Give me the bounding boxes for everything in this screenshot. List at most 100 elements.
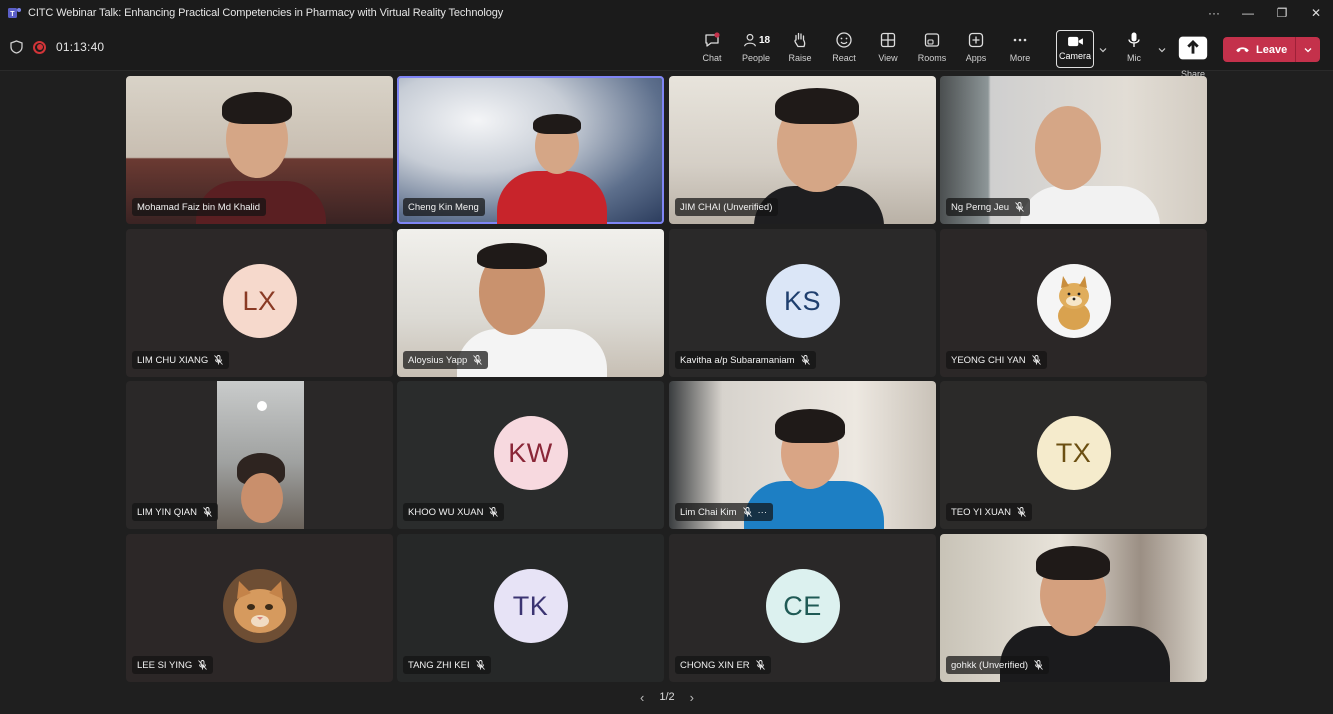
participant-tile[interactable]: Mohamad Faiz bin Md Khalid bbox=[126, 76, 393, 224]
participant-name: gohkk (Unverified) bbox=[951, 659, 1029, 671]
chat-button[interactable]: Chat bbox=[690, 31, 734, 67]
rooms-icon bbox=[924, 33, 940, 47]
mic-off-icon bbox=[473, 355, 483, 365]
leave-button[interactable]: Leave bbox=[1223, 37, 1295, 62]
participant-nametag: Cheng Kin Meng bbox=[403, 198, 485, 216]
cat-avatar bbox=[222, 569, 297, 643]
participant-tile[interactable]: JIM CHAI (Unverified) bbox=[669, 76, 936, 224]
participant-tile[interactable]: LX LIM CHU XIANG bbox=[126, 229, 393, 377]
more-button[interactable]: More bbox=[998, 31, 1042, 67]
recording-icon bbox=[33, 40, 46, 54]
participant-name: YEONG CHI YAN bbox=[951, 354, 1026, 366]
participant-name: LIM CHU XIANG bbox=[137, 354, 209, 366]
window-more-button[interactable]: ··· bbox=[1197, 0, 1231, 25]
mic-icon bbox=[1128, 32, 1140, 47]
participant-nametag: JIM CHAI (Unverified) bbox=[675, 198, 779, 216]
mic-off-icon bbox=[489, 507, 499, 517]
participant-nametag: LIM CHU XIANG bbox=[132, 351, 230, 369]
participant-nametag: TANG ZHI KEI bbox=[403, 656, 491, 674]
mic-off-icon bbox=[1017, 507, 1026, 517]
participant-name: Kavitha a/p Subaramaniam bbox=[680, 354, 795, 366]
mic-off-icon bbox=[755, 660, 765, 670]
teams-logo-icon: T bbox=[8, 7, 21, 18]
participant-tile[interactable]: KS Kavitha a/p Subaramaniam bbox=[669, 229, 936, 377]
leave-button-group: Leave bbox=[1223, 37, 1320, 62]
participant-tile[interactable]: LEE SI YING bbox=[126, 534, 393, 682]
participant-tile[interactable]: gohkk (Unverified) bbox=[940, 534, 1207, 682]
apps-button[interactable]: Apps bbox=[954, 31, 998, 67]
participant-avatar: TK bbox=[493, 569, 568, 643]
participant-name: TANG ZHI KEI bbox=[408, 659, 470, 671]
chat-icon bbox=[705, 32, 720, 47]
participant-options-button[interactable]: ··· bbox=[758, 507, 768, 518]
grid-view-icon bbox=[880, 32, 896, 48]
view-button[interactable]: View bbox=[866, 31, 910, 67]
people-button[interactable]: 18 People bbox=[734, 31, 778, 67]
mic-off-icon bbox=[742, 507, 752, 517]
participant-tile[interactable]: TK TANG ZHI KEI bbox=[397, 534, 664, 682]
mic-options-chevron-icon[interactable] bbox=[1157, 45, 1167, 55]
participant-tile[interactable]: YEONG CHI YAN bbox=[940, 229, 1207, 377]
meeting-timer: 01:13:40 bbox=[56, 40, 105, 54]
rooms-button[interactable]: Rooms bbox=[910, 31, 954, 67]
participant-name: Ng Perng Jeu bbox=[951, 201, 1010, 213]
participant-nametag: Ng Perng Jeu bbox=[946, 198, 1031, 216]
participant-name: KHOO WU XUAN bbox=[408, 506, 484, 518]
leave-options-button[interactable] bbox=[1296, 45, 1320, 55]
smiley-icon bbox=[836, 32, 852, 48]
mic-button[interactable]: Mic bbox=[1120, 31, 1148, 63]
participant-name: LEE SI YING bbox=[137, 659, 193, 671]
participant-nametag: Lim Chai Kim ··· bbox=[675, 503, 773, 521]
participant-tile[interactable]: CE CHONG XIN ER bbox=[669, 534, 936, 682]
video-grid: Mohamad Faiz bin Md Khalid Cheng Kin Men… bbox=[126, 76, 1208, 682]
participant-tile[interactable]: LIM YIN QIAN bbox=[126, 381, 393, 529]
participant-tile-active-speaker[interactable]: Cheng Kin Meng bbox=[397, 76, 664, 224]
react-button[interactable]: React bbox=[822, 31, 866, 67]
participant-name: CHONG XIN ER bbox=[680, 659, 750, 671]
close-window-button[interactable]: ✕ bbox=[1299, 0, 1333, 25]
participant-nametag: gohkk (Unverified) bbox=[946, 656, 1050, 674]
recording-status: 01:13:40 bbox=[10, 40, 104, 54]
mic-off-icon bbox=[1031, 355, 1041, 365]
participant-tile[interactable]: TX TEO YI XUAN bbox=[940, 381, 1207, 529]
hang-up-icon bbox=[1236, 47, 1249, 53]
shield-icon bbox=[10, 40, 23, 54]
participant-tile[interactable]: Lim Chai Kim ··· bbox=[669, 381, 936, 529]
raise-hand-button[interactable]: Raise bbox=[778, 31, 822, 67]
meeting-toolbar: 01:13:40 Chat 18 People Raise React View bbox=[0, 25, 1333, 79]
previous-page-icon[interactable]: ‹ bbox=[640, 690, 644, 705]
participant-name: Cheng Kin Meng bbox=[408, 201, 479, 213]
restore-button[interactable]: ❐ bbox=[1265, 0, 1299, 25]
participant-name: LIM YIN QIAN bbox=[137, 506, 198, 518]
title-bar: T CITC Webinar Talk: Enhancing Practical… bbox=[0, 0, 1333, 25]
participant-avatar: CE bbox=[765, 569, 840, 643]
participant-tile[interactable]: Ng Perng Jeu bbox=[940, 76, 1207, 224]
cat-icon bbox=[233, 581, 286, 633]
mic-off-icon bbox=[1034, 660, 1043, 670]
share-button[interactable]: Share bbox=[1176, 31, 1210, 79]
chevron-down-icon bbox=[1304, 47, 1312, 52]
add-app-icon bbox=[968, 32, 984, 48]
participant-avatar: LX bbox=[222, 264, 297, 338]
participant-video bbox=[1020, 186, 1160, 224]
participant-nametag: LEE SI YING bbox=[132, 656, 214, 674]
window-title: CITC Webinar Talk: Enhancing Practical C… bbox=[28, 6, 504, 19]
participant-tile[interactable]: Aloysius Yapp bbox=[397, 229, 664, 377]
dog-avatar bbox=[1036, 264, 1111, 338]
participant-nametag: YEONG CHI YAN bbox=[946, 351, 1047, 369]
mic-off-icon bbox=[203, 507, 212, 517]
participant-tile[interactable]: KW KHOO WU XUAN bbox=[397, 381, 664, 529]
minimize-button[interactable]: — bbox=[1231, 0, 1265, 25]
participant-nametag: Kavitha a/p Subaramaniam bbox=[675, 351, 816, 369]
participant-avatar: TX bbox=[1036, 416, 1111, 490]
participant-name: Aloysius Yapp bbox=[408, 354, 468, 366]
people-icon bbox=[744, 33, 756, 47]
participant-name: Mohamad Faiz bin Md Khalid bbox=[137, 201, 261, 213]
page-indicator: 1/2 bbox=[659, 691, 675, 703]
mic-off-icon bbox=[475, 660, 485, 670]
mic-off-icon bbox=[800, 355, 810, 365]
camera-button[interactable]: Camera bbox=[1056, 30, 1094, 68]
camera-options-chevron-icon[interactable] bbox=[1098, 45, 1108, 55]
next-page-icon[interactable]: › bbox=[690, 690, 694, 705]
participant-name: JIM CHAI (Unverified) bbox=[680, 201, 773, 213]
